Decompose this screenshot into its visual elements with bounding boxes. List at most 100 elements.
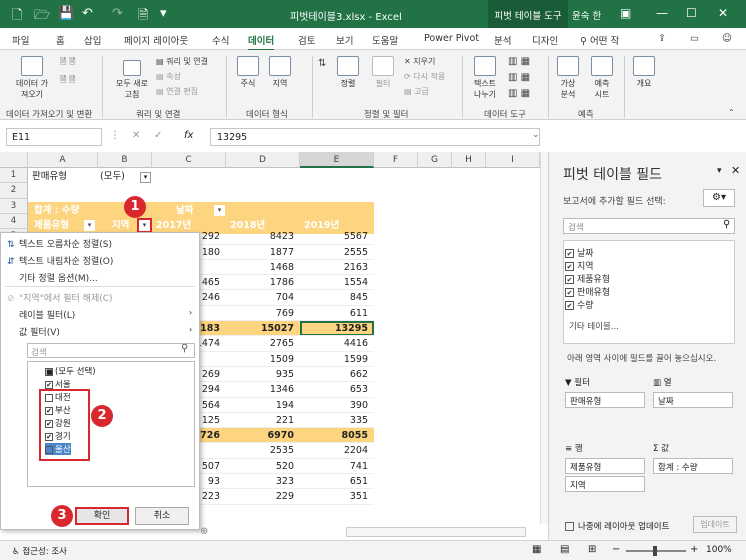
vertical-scrollbar[interactable] [540, 152, 548, 524]
field-checkbox[interactable]: ✔ 제품유형 [565, 272, 610, 285]
edit-links-button[interactable]: ▤ 연결 편집 [156, 86, 198, 97]
customize-toolbar-icon[interactable]: ▾ [160, 6, 167, 21]
forecast-sheet-button[interactable]: 예측 시트 [588, 56, 616, 100]
value-cell[interactable]: 194 [226, 398, 300, 413]
col-header-i[interactable]: I [486, 152, 540, 168]
row-field-dropdown-icon[interactable]: ▾ [84, 220, 95, 231]
zoom-level[interactable]: 100% [706, 545, 732, 555]
col-header-a[interactable]: A [28, 152, 98, 168]
filter-area-item[interactable]: 판매유형 [565, 392, 645, 408]
tab-review[interactable]: 검토 [298, 33, 315, 47]
user-name[interactable]: 윤숙 한 [572, 8, 601, 22]
from-text-icon[interactable]: 🗎 🗎 [60, 56, 75, 70]
filter-item-checkbox[interactable]: ■ (모두 선택) [45, 365, 96, 377]
open-folder-icon[interactable]: 🗁 [34, 6, 50, 28]
value-cell[interactable]: 1509 [226, 352, 300, 367]
clear-button[interactable]: ✕ 지우기 [404, 56, 435, 67]
subtotal-cell[interactable]: 8055 [300, 428, 374, 443]
value-cell[interactable]: 390 [300, 398, 374, 413]
accessibility-status[interactable]: ♿ 접근성: 조사 [12, 545, 67, 557]
formula-input[interactable]: 13295 [210, 128, 540, 146]
region-filter-button-icon[interactable]: ▾ [137, 218, 152, 233]
field-search-input[interactable]: 검색 [563, 218, 735, 234]
normal-view-icon[interactable]: ▦ [532, 544, 541, 555]
tab-page-layout[interactable]: 페이지 레이아웃 [124, 33, 188, 47]
value-cell[interactable]: 1554 [300, 275, 374, 290]
sort-desc-item[interactable]: ⇵ 텍스트 내림차순 정렬(O) [7, 254, 113, 267]
tab-help[interactable]: 도움말 [372, 33, 398, 47]
value-cell[interactable]: 741 [300, 459, 374, 474]
column-area-item[interactable]: 날짜 [653, 392, 733, 408]
undo-icon[interactable]: ↶ [82, 6, 93, 21]
outline-button[interactable]: 개요 [630, 56, 658, 89]
close-icon[interactable]: ✕ [718, 6, 728, 20]
new-file-icon[interactable]: 🗋 [12, 6, 22, 28]
filter-button[interactable]: 필터 [368, 56, 398, 89]
sort-asc-item[interactable]: ⇅ 텍스트 오름차순 정렬(S) [7, 237, 112, 250]
value-cell[interactable]: 221 [226, 413, 300, 428]
field-checkbox[interactable]: ✔ 지역 [565, 259, 594, 272]
col-header-g[interactable]: G [418, 152, 452, 168]
field-checkbox[interactable]: ✔ 수량 [565, 298, 594, 311]
row-area-item[interactable]: 제품유형 [565, 458, 645, 474]
tab-view[interactable]: 보기 [336, 33, 353, 47]
enter-icon[interactable]: ✓ [154, 130, 162, 141]
defer-update-checkbox[interactable]: 나중에 레이아웃 업데이트 [565, 520, 669, 532]
horizontal-scrollbar[interactable] [346, 527, 526, 537]
comment-icon[interactable]: ▭ [690, 33, 699, 44]
zoom-out-icon[interactable]: − [612, 544, 620, 555]
sort-button[interactable]: 정렬 [334, 56, 362, 89]
value-cell[interactable]: 5567 [300, 229, 374, 244]
more-tables-link[interactable]: 기타 테이블... [569, 320, 619, 332]
smiley-icon[interactable]: ☺ [722, 33, 732, 44]
value-cell[interactable]: 845 [300, 290, 374, 305]
col-header-e[interactable]: E [300, 152, 374, 168]
value-cell[interactable]: 611 [300, 306, 374, 321]
value-cell[interactable]: 4416 [300, 336, 374, 351]
filter-search-input[interactable]: 검색 [27, 343, 195, 358]
value-cell[interactable]: 1346 [226, 382, 300, 397]
value-cell[interactable]: 1468 [226, 260, 300, 275]
page-layout-icon[interactable]: ▤ [560, 544, 569, 555]
tab-power-pivot[interactable]: Power Pivot [424, 33, 479, 44]
pane-options-icon[interactable]: ▾ [717, 166, 722, 176]
zoom-thumb[interactable] [653, 546, 657, 556]
value-cell[interactable]: 769 [226, 306, 300, 321]
zoom-in-icon[interactable]: + [690, 544, 698, 555]
value-cell[interactable]: 335 [300, 413, 374, 428]
row-area-item[interactable]: 지역 [565, 476, 645, 492]
reapply-button[interactable]: ⟳ 다시 적용 [404, 71, 445, 82]
cancel-icon[interactable]: ✕ [132, 130, 140, 141]
subtotal-cell[interactable]: 15027 [226, 321, 300, 336]
tab-file[interactable]: 파일 [12, 33, 29, 47]
value-cell[interactable]: 2535 [226, 443, 300, 458]
value-cell[interactable]: 2163 [300, 260, 374, 275]
sort-asc-icon[interactable]: ⇅ [318, 58, 326, 69]
value-cell[interactable]: 1786 [226, 275, 300, 290]
name-box[interactable]: E11 [6, 128, 102, 146]
minimize-icon[interactable]: — [656, 6, 668, 20]
value-cell[interactable]: 323 [226, 474, 300, 489]
value-cell[interactable]: 651 [300, 474, 374, 489]
value-cell[interactable]: 351 [300, 489, 374, 504]
subtotal-cell[interactable]: 13295 [300, 321, 374, 336]
what-if-button[interactable]: 가상 분석 [554, 56, 582, 100]
tab-formulas[interactable]: 수식 [212, 33, 229, 47]
label-filter-item[interactable]: 레이블 필터(L) [7, 308, 75, 321]
ribbon-display-icon[interactable]: ▣ [620, 6, 631, 20]
cancel-button[interactable]: 취소 [135, 507, 189, 525]
advanced-button[interactable]: ▤ 고급 [404, 86, 429, 97]
row-header[interactable]: 3 [0, 198, 28, 214]
collapse-ribbon-icon[interactable]: ⌃ [728, 108, 735, 117]
flash-fill-icon[interactable]: ▥ ▦ [508, 56, 530, 67]
maximize-icon[interactable]: ☐ [686, 6, 697, 20]
value-cell[interactable]: 935 [226, 367, 300, 382]
properties-button[interactable]: ▤ 속성 [156, 71, 181, 82]
redo-icon[interactable]: ↷ [112, 6, 123, 21]
print-preview-icon[interactable]: 🗎 [138, 6, 148, 28]
value-cell[interactable]: 2204 [300, 443, 374, 458]
tab-design[interactable]: 디자인 [532, 33, 558, 47]
pane-close-icon[interactable]: ✕ [731, 164, 740, 177]
col-header-c[interactable]: C [152, 152, 226, 168]
get-data-button[interactable]: 데이터 가 져오기 [10, 56, 54, 100]
